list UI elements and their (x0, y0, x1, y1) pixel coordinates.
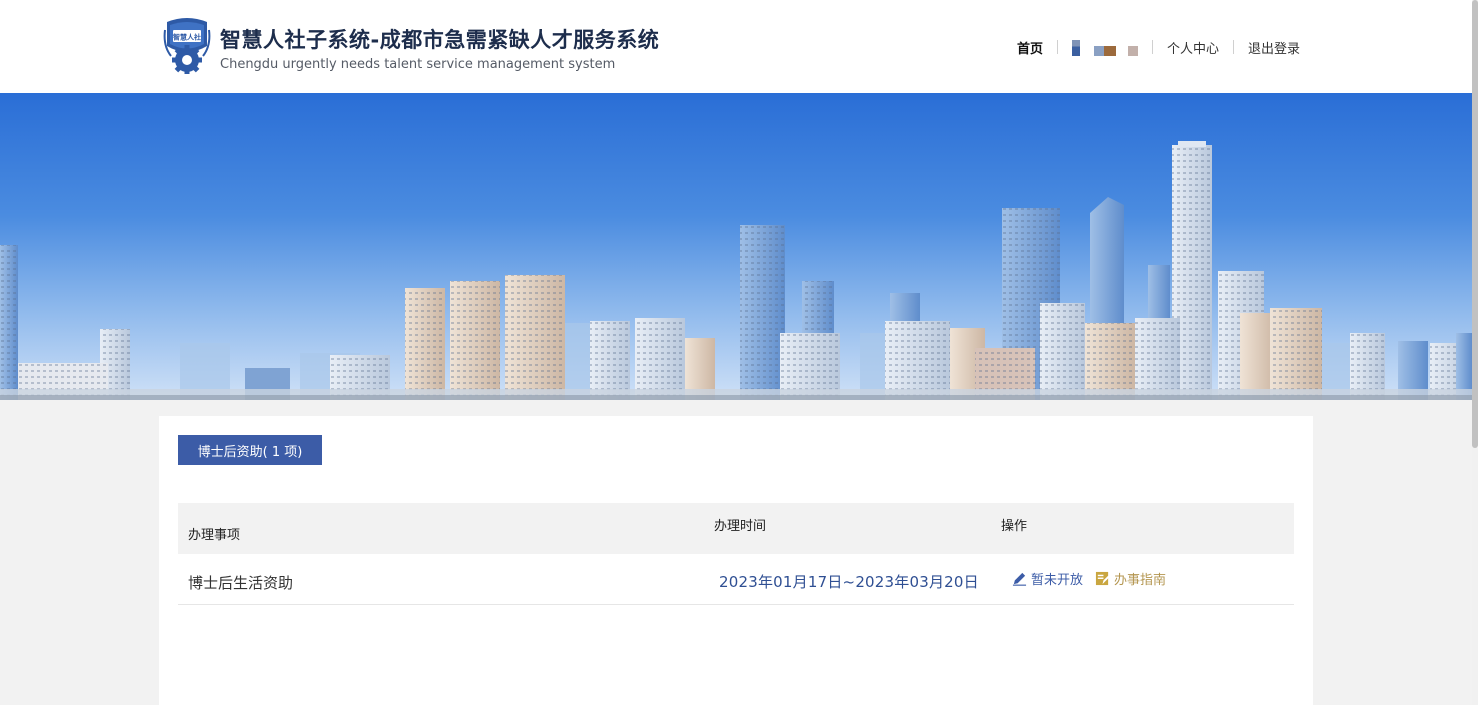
system-title: 智慧人社子系统-成都市急需紧缺人才服务系统 (220, 28, 660, 52)
logo-text: 智慧人社 (173, 33, 201, 42)
skyline-illustration (0, 141, 1472, 400)
user-name-mask-1 (1071, 40, 1080, 56)
table-row: 博士后生活资助 2023年01月17日~2023年03月20日 暂未开放 办事指… (178, 554, 1294, 605)
logo-gear-icon: 智慧人社 (163, 18, 211, 74)
city-skyline-banner (0, 93, 1472, 400)
user-name-mask-3 (1127, 46, 1138, 56)
system-subtitle: Chengdu urgently needs talent service ma… (220, 57, 616, 72)
table-header: 办理事项 办理时间 操作 (178, 503, 1294, 554)
user-name-mask-2 (1093, 46, 1116, 56)
nav-logout-link[interactable]: 退出登录 (1234, 38, 1314, 57)
service-guide-link[interactable]: 办事指南 (1095, 569, 1166, 588)
service-guide-label: 办事指南 (1114, 573, 1167, 588)
guide-document-icon (1095, 571, 1110, 586)
top-nav: 首页 个人中心 退出登录 (1003, 38, 1314, 57)
row-handling-time: 2023年01月17日~2023年03月20日 (719, 573, 979, 591)
page-scrollbar[interactable] (1472, 0, 1478, 705)
nav-personal-center-link[interactable]: 个人中心 (1153, 38, 1233, 57)
header: 智慧人社 智慧人社子系统-成都市急需紧缺人才服务系统 Chengdu urgen… (0, 0, 1478, 93)
scrollbar-thumb[interactable] (1472, 0, 1478, 448)
row-item-name: 博士后生活资助 (188, 574, 294, 592)
column-header-actions: 操作 (1001, 519, 1028, 534)
nav-home-link[interactable]: 首页 (1003, 38, 1057, 57)
user-avatar[interactable] (1058, 38, 1152, 56)
column-header-time: 办理时间 (714, 519, 767, 534)
content-panel: 博士后资助( 1 项) 办理事项 办理时间 操作 博士后生活资助 2023年01… (159, 416, 1313, 705)
not-open-button[interactable]: 暂未开放 (1012, 569, 1083, 588)
column-header-item: 办理事项 (188, 528, 241, 543)
edit-pencil-icon (1012, 572, 1027, 586)
category-tab-postdoc[interactable]: 博士后资助( 1 项) (178, 435, 322, 465)
not-open-label: 暂未开放 (1031, 573, 1084, 588)
